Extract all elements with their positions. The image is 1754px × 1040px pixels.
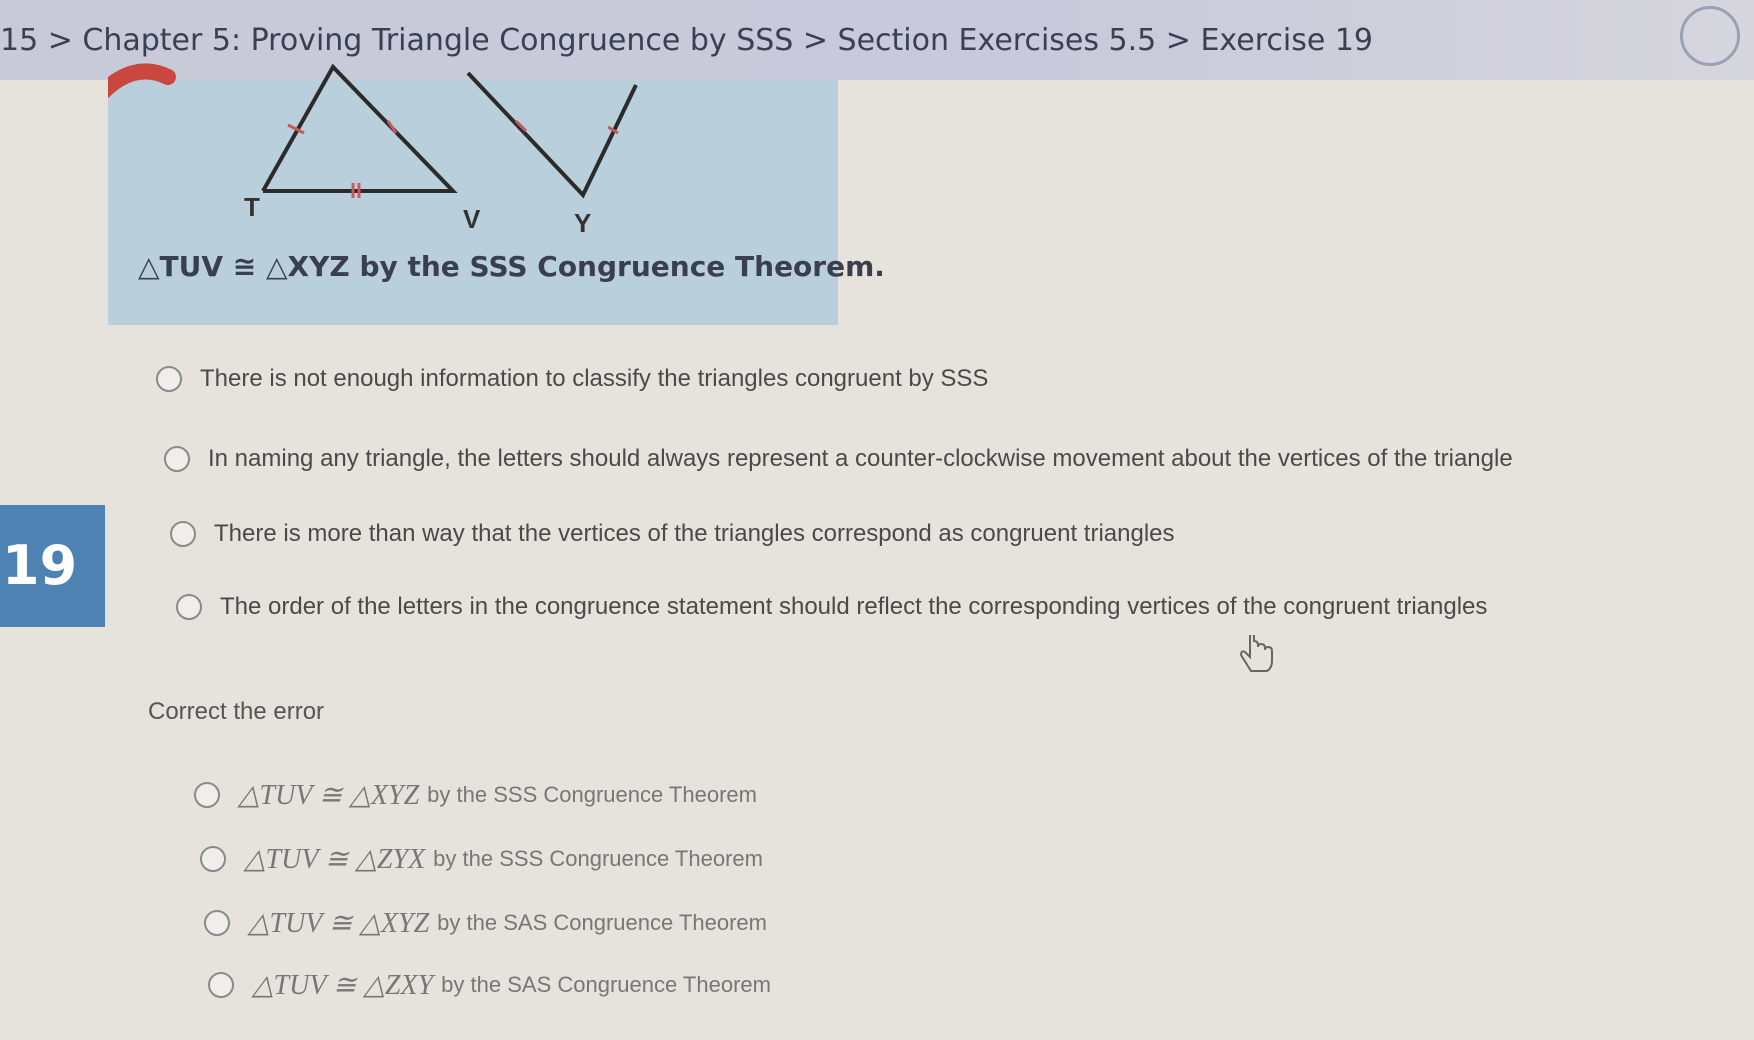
radio-button[interactable] [194,782,220,808]
correction-option-3[interactable]: △TUV ≅ △XYZ by the SAS Congruence Theore… [204,906,767,940]
radio-button[interactable] [208,972,234,998]
correction-option-4[interactable]: △TUV ≅ △ZXY by the SAS Congruence Theore… [208,968,771,1002]
radio-button[interactable] [170,521,196,547]
radio-button[interactable] [176,594,202,620]
theorem-label: by the SAS Congruence Theorem [437,910,767,935]
option-label: In naming any triangle, the letters shou… [208,445,1513,472]
triangle-xyz [466,71,638,199]
correction-option-1[interactable]: △TUV ≅ △XYZ by the SSS Congruence Theore… [194,778,757,812]
correct-error-label: Correct the error [148,698,325,725]
label-t: T [244,192,260,222]
theorem-label: by the SAS Congruence Theorem [441,972,771,997]
error-option-3[interactable]: There is more than way that the vertices… [170,520,1175,548]
label-v: V [463,204,481,234]
theorem-label: by the SSS Congruence Theorem [433,846,763,871]
option-label: There is not enough information to class… [200,365,989,392]
hand-cursor-icon [1239,635,1273,672]
congruence-math: △TUV ≅ △ZYX [244,844,426,875]
question-number: 19 [0,505,105,627]
radio-button[interactable] [204,910,230,936]
congruence-math: △TUV ≅ △ZXY [252,970,434,1001]
radio-button[interactable] [156,366,182,392]
radio-button[interactable] [164,446,190,472]
error-option-2[interactable]: In naming any triangle, the letters shou… [164,445,1513,473]
congruence-math: △TUV ≅ △XYZ [238,780,420,811]
radio-button[interactable] [200,846,226,872]
option-label: There is more than way that the vertices… [214,520,1175,547]
triangle-tuv [261,63,458,193]
congruence-math: △TUV ≅ △XYZ [248,908,430,939]
label-y: Y [574,208,592,238]
congruence-statement: △TUV ≅ △XYZ by the SSS Congruence Theore… [138,250,885,283]
error-option-4[interactable]: The order of the letters in the congruen… [176,593,1487,621]
progress-circle-icon[interactable] [1680,6,1740,66]
correction-option-2[interactable]: △TUV ≅ △ZYX by the SSS Congruence Theore… [200,842,763,876]
error-option-1[interactable]: There is not enough information to class… [156,365,988,393]
red-mark-icon [108,63,176,99]
theorem-label: by the SSS Congruence Theorem [427,782,757,807]
option-label: The order of the letters in the congruen… [220,593,1488,620]
